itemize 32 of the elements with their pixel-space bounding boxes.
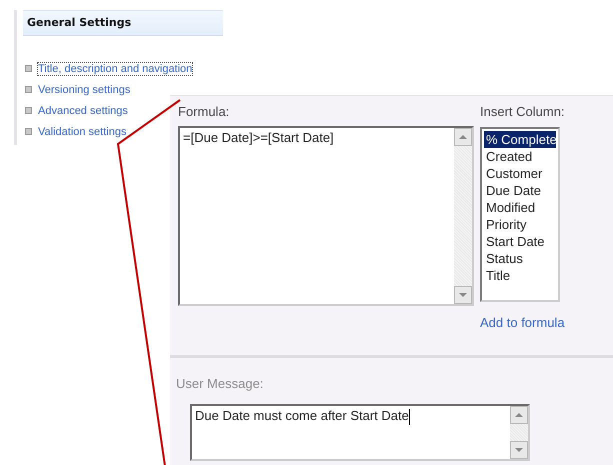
scrollbar[interactable]	[454, 128, 472, 304]
settings-link[interactable]: Validation settings	[38, 126, 126, 138]
formula-label: Formula:	[178, 104, 230, 121]
settings-link[interactable]: Title, description and navigation	[38, 62, 192, 74]
insert-column-label: Insert Column:	[480, 104, 565, 121]
text-cursor	[408, 409, 410, 425]
scroll-down-button[interactable]	[454, 286, 472, 304]
bullet-icon	[25, 128, 32, 135]
column-option[interactable]: Created	[484, 148, 556, 165]
scrollbar[interactable]	[510, 406, 528, 459]
formula-field[interactable]: =[Due Date]>=[Start Date]	[178, 126, 474, 306]
scroll-down-button[interactable]	[510, 441, 528, 459]
bullet-icon	[25, 86, 32, 93]
column-option[interactable]: Modified	[484, 199, 556, 216]
section-heading: General Settings	[23, 10, 223, 36]
settings-link[interactable]: Versioning settings	[38, 84, 130, 96]
user-message-label: User Message:	[176, 376, 264, 393]
scroll-up-button[interactable]	[454, 128, 472, 146]
bullet-icon	[25, 65, 32, 72]
column-list[interactable]: % Complete Created Customer Due Date Modified Priority Start Date Status Title	[480, 127, 560, 302]
bullet-icon	[25, 107, 32, 114]
user-message-field[interactable]: Due Date must come after Start Date	[190, 404, 530, 461]
column-option[interactable]: Priority	[484, 216, 556, 233]
add-to-formula-link[interactable]: Add to formula	[480, 315, 565, 330]
column-option[interactable]: Customer	[484, 165, 556, 182]
column-option[interactable]: Due Date	[484, 182, 556, 199]
column-option[interactable]: % Complete	[484, 131, 556, 148]
settings-link[interactable]: Advanced settings	[38, 104, 128, 116]
column-option[interactable]: Status	[484, 250, 556, 267]
column-option[interactable]: Start Date	[484, 233, 556, 250]
scroll-up-button[interactable]	[510, 406, 528, 424]
column-option[interactable]: Title	[484, 267, 556, 284]
